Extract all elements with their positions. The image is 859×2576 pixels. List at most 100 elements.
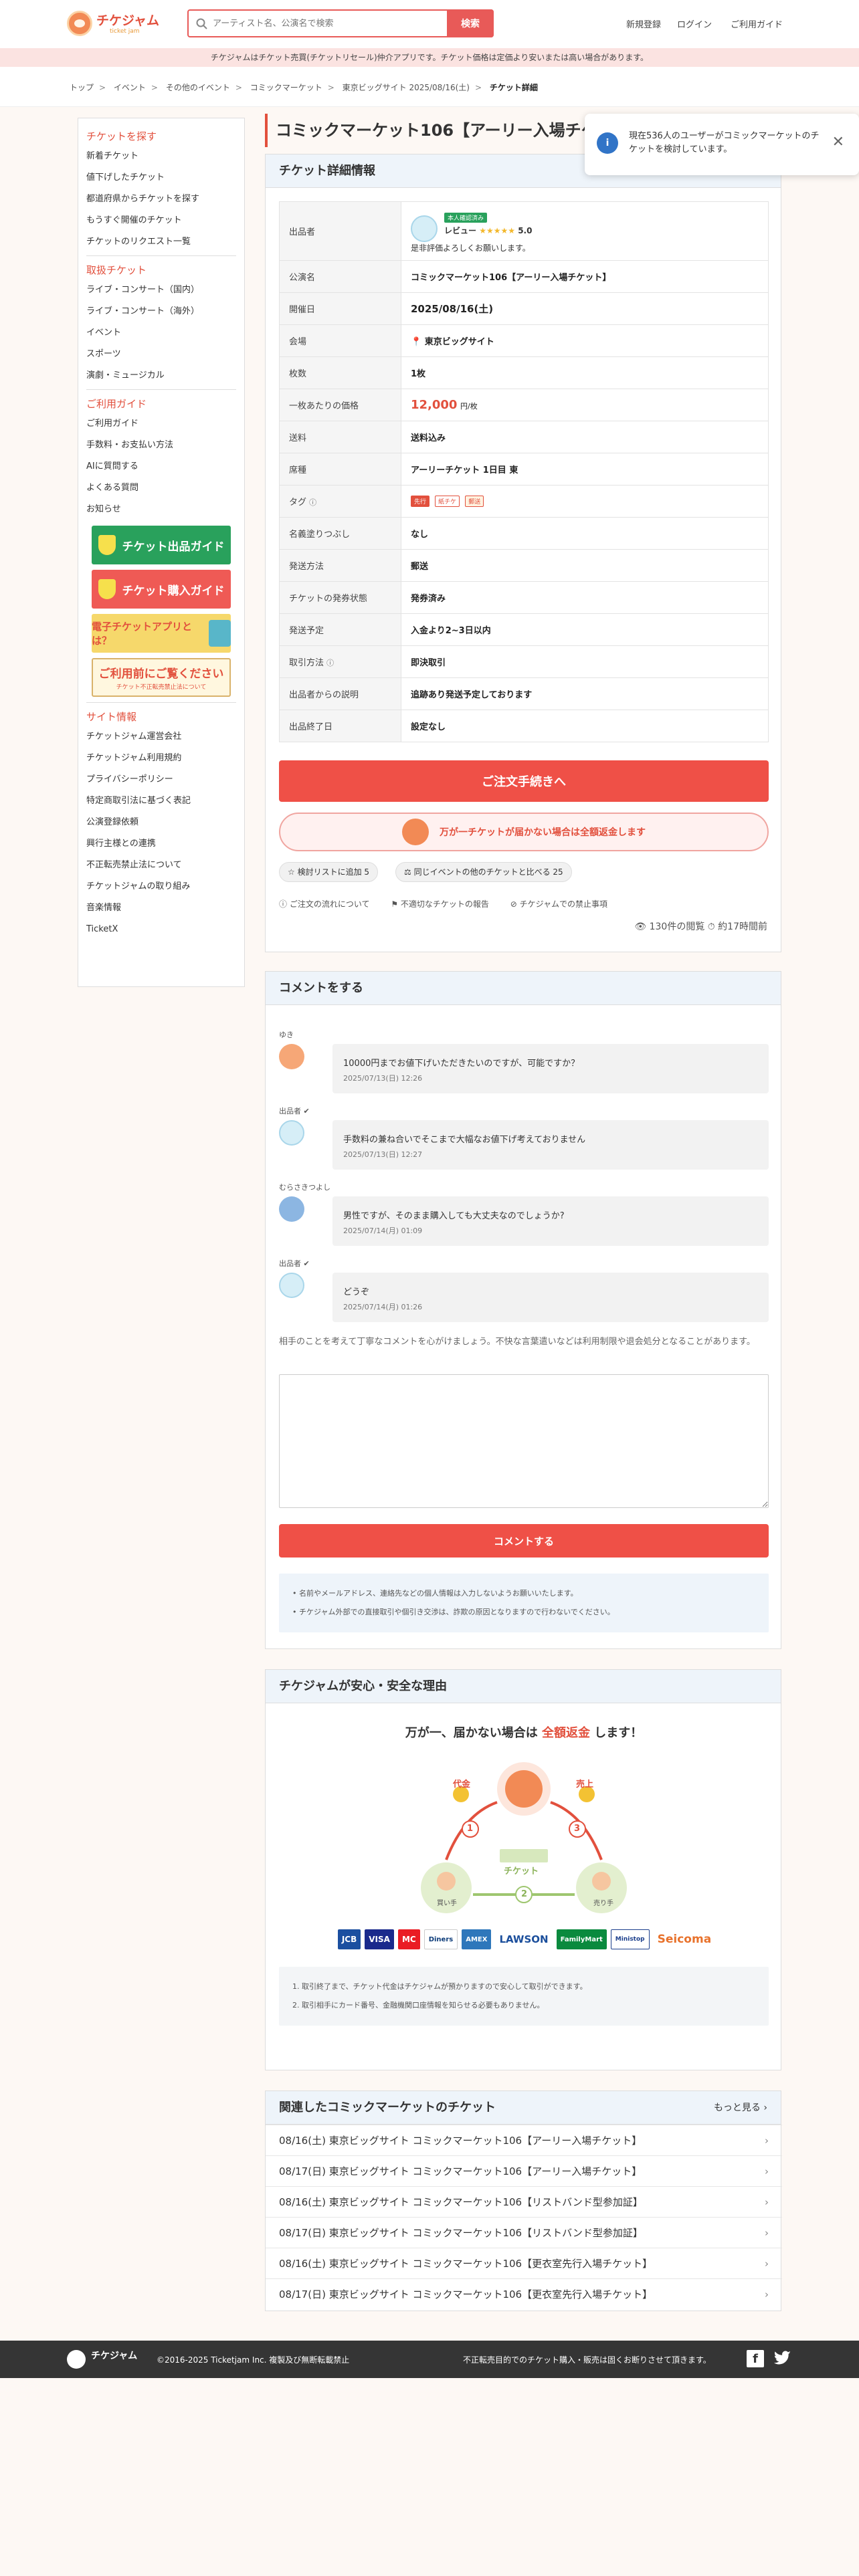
comment-bubble: どうぞ 2025/07/14(月) 01:26 <box>332 1273 769 1322</box>
lead-emphasis: 全額返金 <box>542 1726 590 1740</box>
seller-rating[interactable]: レビュー ★★★★★ 5.0 <box>444 225 532 236</box>
comment-author: 出品者 ✔ <box>279 1105 769 1116</box>
add-wishlist-button[interactable]: ☆ 検討リストに追加 5 <box>279 862 379 882</box>
refund-guarantee-banner[interactable]: 万が一チケットが届かない場合は全額返金します <box>279 813 769 851</box>
seller-cell: 本人確認済み レビュー ★★★★★ 5.0 是非評価よろしくお願いします。 <box>401 201 769 261</box>
note-text: 取引相手にカード番号、金融機関口座情報を知らせる必要もありません。 <box>302 2001 545 2010</box>
sidebar-item[interactable]: スポーツ <box>78 344 244 365</box>
copyright: ©2016-2025 Ticketjam Inc. 複製及び無断転載禁止 <box>157 2355 350 2365</box>
avatar[interactable] <box>279 1196 304 1222</box>
related-ticket-link[interactable]: 08/17(日) 東京ビッグサイト コミックマーケット106【更衣室先行入場チケ… <box>266 2278 782 2309</box>
venue-link[interactable]: 📍 東京ビッグサイト <box>401 324 769 357</box>
info-icon[interactable]: ⓘ <box>309 498 316 507</box>
search-input[interactable] <box>213 11 434 36</box>
comment-bubble: 10000円までお値下げいただきたいのですが、可能ですか？ 2025/07/13(… <box>332 1044 769 1093</box>
compare-icon: ⚖ <box>404 867 411 877</box>
info-icon[interactable]: ⓘ <box>326 659 334 667</box>
report-link[interactable]: ⚑ 不適切なチケットの報告 <box>391 899 498 909</box>
step-number: 2 <box>521 1889 528 1899</box>
sidebar-item[interactable]: チケットジャムの取り組み <box>78 876 244 897</box>
related-ticket-link[interactable]: 08/17(日) 東京ビッグサイト コミックマーケット106【リストバンド型参加… <box>266 2217 782 2248</box>
comment-textarea[interactable] <box>279 1374 769 1508</box>
close-icon[interactable]: ✕ <box>832 134 844 150</box>
login-link[interactable]: ログイン <box>677 17 712 30</box>
lead-text: 万が一、届かない場合は <box>405 1726 538 1740</box>
related-ticket-link[interactable]: 08/17(日) 東京ビッグサイト コミックマーケット106【アーリー入場チケッ… <box>266 2155 782 2186</box>
see-more-link[interactable]: もっと見る › <box>714 2091 767 2125</box>
sidebar-item[interactable]: よくある質問 <box>78 477 244 499</box>
prohibited-link[interactable]: ⊘ チケジャムでの禁止事項 <box>510 899 617 909</box>
twitter-icon[interactable] <box>773 2350 792 2367</box>
sidebar-item[interactable]: 興行主様との連携 <box>78 833 244 855</box>
sidebar-item[interactable]: 新着チケット <box>78 146 244 167</box>
banner-label: チケット出品ガイド <box>122 540 225 554</box>
diners-logo: Diners <box>423 1929 458 1949</box>
star-rating-icon: ★★★★★ <box>479 225 515 235</box>
sidebar-item[interactable]: チケットジャム運営会社 <box>78 726 244 748</box>
sidebar-item[interactable]: ライブ・コンサート（国内） <box>78 280 244 301</box>
sidebar-item[interactable]: 公演登録依頼 <box>78 812 244 833</box>
banner-label: ご利用前にご覧ください <box>98 667 224 681</box>
sidebar-item[interactable]: 値下げしたチケット <box>78 167 244 189</box>
payment-logos: JCB VISA MC Diners AMEX LAWSON FamilyMar… <box>312 1928 741 1951</box>
comment-item: 出品者 ✔ どうぞ 2025/07/14(月) 01:26 <box>279 1258 769 1325</box>
sidebar-item[interactable]: イベント <box>78 322 244 344</box>
purchase-guide-banner[interactable]: チケット購入ガイド <box>92 570 231 609</box>
row-label: 一枚あたりの価格 <box>279 389 401 421</box>
breadcrumb-link[interactable]: トップ <box>70 83 94 92</box>
sidebar-item[interactable]: 演劇・ミュージカル <box>78 365 244 387</box>
comment-text: 10000円までお値下げいただきたいのですが、可能ですか？ <box>343 1059 580 1069</box>
search-bar: 検索 <box>187 9 494 37</box>
beginner-mark-icon <box>98 579 116 599</box>
breadcrumb-link[interactable]: その他のイベント <box>166 83 230 92</box>
before-use-banner[interactable]: ご利用前にご覧ください チケット不正転売禁止法について <box>92 658 231 697</box>
breadcrumb-link[interactable]: イベント <box>114 83 146 92</box>
avatar[interactable] <box>279 1044 304 1069</box>
sidebar-item[interactable]: TicketX <box>78 919 244 940</box>
breadcrumb-link[interactable]: 東京ビッグサイト 2025/08/16(土) <box>343 83 470 92</box>
e-ticket-banner[interactable]: 電子チケットアプリとは？ <box>92 614 231 653</box>
avatar[interactable] <box>279 1273 304 1298</box>
signup-link[interactable]: 新規登録 <box>626 17 661 30</box>
related-ticket-link[interactable]: 08/16(土) 東京ビッグサイト コミックマーケット106【更衣室先行入場チケ… <box>266 2248 782 2278</box>
author-name: 出品者 <box>279 1107 301 1115</box>
sidebar-item[interactable]: もうすぐ開催のチケット <box>78 210 244 231</box>
sidebar-item[interactable]: ご利用ガイド <box>78 413 244 435</box>
footer-logo-icon[interactable] <box>67 2350 86 2369</box>
sidebar-item[interactable]: チケットのリクエスト一覧 <box>78 231 244 253</box>
sidebar-item[interactable]: AIに質問する <box>78 456 244 477</box>
guarantee-text: 万が一チケットが届かない場合は全額返金します <box>440 827 646 838</box>
sidebar-item[interactable]: 音楽情報 <box>78 897 244 919</box>
sidebar-item[interactable]: プライバシーポリシー <box>78 769 244 790</box>
seat-type-value: アーリーチケット 1日目 東 <box>401 453 769 486</box>
compare-button[interactable]: ⚖ 同じイベントの他のチケットと比べる 25 <box>395 862 572 882</box>
site-logo[interactable]: チケジャム ticket jam <box>67 9 174 39</box>
order-button[interactable]: ご注文手続きへ <box>279 760 769 802</box>
facebook-icon[interactable]: f <box>747 2350 764 2367</box>
view-stats: 👁 130件の閲覧 ⏱ 約17時間前 <box>634 920 767 933</box>
sidebar-item[interactable]: チケットジャム利用規約 <box>78 748 244 769</box>
related-ticket-link[interactable]: 08/16(土) 東京ビッグサイト コミックマーケット106【アーリー入場チケッ… <box>266 2125 782 2155</box>
sidebar-item[interactable]: お知らせ <box>78 499 244 520</box>
event-name-link[interactable]: コミックマーケット106【アーリー入場チケット】 <box>401 260 769 293</box>
sidebar-item[interactable]: 都道府県からチケットを探す <box>78 189 244 210</box>
search-button[interactable]: 検索 <box>447 9 494 37</box>
order-flow-link[interactable]: ⓘ ご注文の流れについて <box>279 899 379 909</box>
sidebar-item[interactable]: 手数料・お支払い方法 <box>78 435 244 456</box>
beginner-mark-icon <box>98 535 116 555</box>
related-tickets-card: 関連したコミックマーケットのチケット もっと見る › 08/16(土) 東京ビッ… <box>265 2090 782 2311</box>
header: チケジャム ticket jam 検索 新規登録 ログイン ご利用ガイド <box>0 0 859 48</box>
event-date-link[interactable]: 2025/08/16(土) <box>401 292 769 325</box>
sidebar-item[interactable]: 特定商取引法に基づく表記 <box>78 790 244 812</box>
sidebar-item[interactable]: ライブ・コンサート（海外） <box>78 301 244 322</box>
sidebar-item[interactable]: 不正転売禁止法について <box>78 855 244 876</box>
avatar[interactable] <box>279 1120 304 1146</box>
related-ticket-link[interactable]: 08/16(土) 東京ビッグサイト コミックマーケット106【リストバンド型参加… <box>266 2186 782 2217</box>
comment-submit-button[interactable]: コメントする <box>279 1524 769 1558</box>
rating-label: レビュー <box>444 225 477 235</box>
listing-guide-banner[interactable]: チケット出品ガイド <box>92 526 231 564</box>
breadcrumb-link[interactable]: コミックマーケット <box>250 83 322 92</box>
avatar[interactable] <box>411 215 438 242</box>
guide-link[interactable]: ご利用ガイド <box>731 17 783 30</box>
tag-badge: 郵送 <box>465 496 484 507</box>
